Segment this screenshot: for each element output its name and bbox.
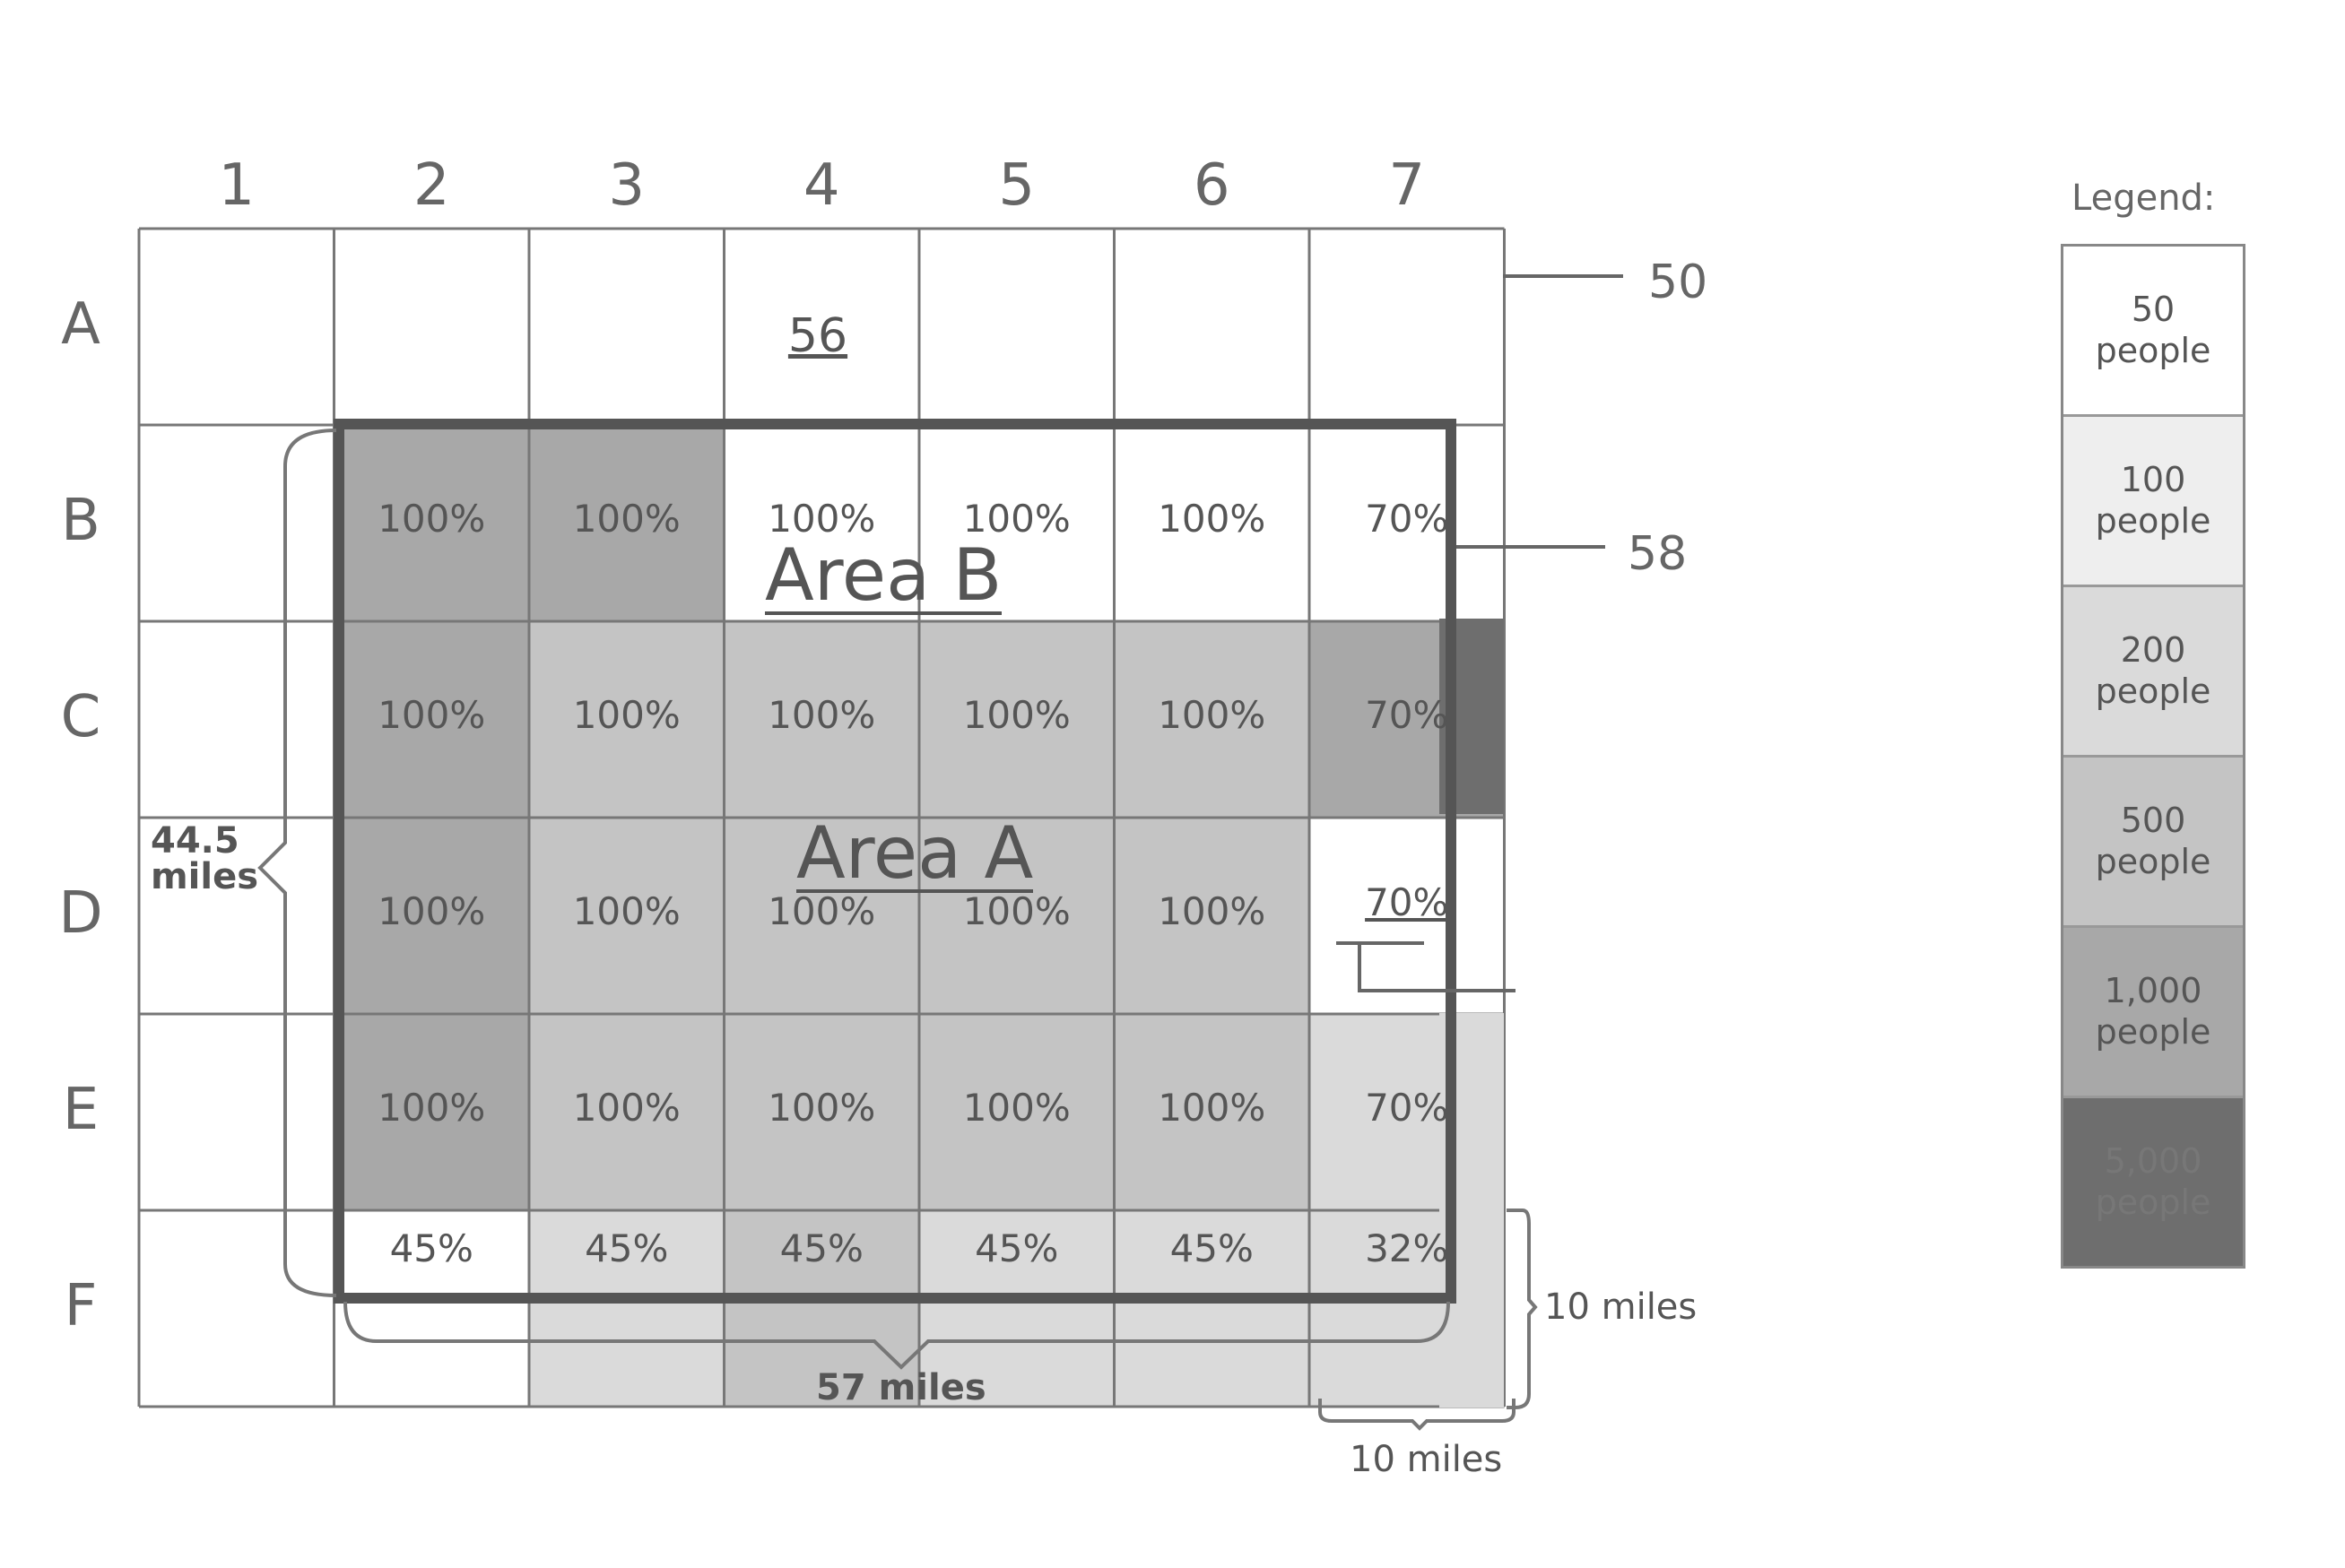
cell-value-D5: 100% [962, 888, 1071, 933]
reference-number-50: 50 [1648, 256, 1708, 309]
cell-value-E4: 100% [768, 1085, 876, 1130]
legend-item-value: 5,000 [2104, 1140, 2202, 1181]
column-label-5: 5 [998, 152, 1036, 219]
column-label-6: 6 [1193, 152, 1230, 219]
row-label-E: E [62, 1076, 100, 1143]
area-b-label: Area B [765, 533, 1003, 617]
cell-value-B2: 100% [378, 496, 486, 541]
column-label-3: 3 [608, 152, 646, 219]
cell-value-B3: 100% [572, 496, 681, 541]
cell-value-F6: 45% [1169, 1226, 1254, 1270]
vertical-dimension-unit: miles [151, 856, 259, 897]
legend-item-unit: people [2095, 500, 2211, 541]
row-label-D: D [58, 879, 103, 947]
reference-number-58: 58 [1628, 527, 1688, 581]
cell-value-E7: 70% [1365, 1085, 1449, 1130]
legend-item-2: 200 people [2063, 587, 2243, 758]
vertical-dimension-label: 44.5 miles [151, 823, 258, 895]
legend-item-unit: people [2095, 330, 2211, 370]
cell-value-F3: 45% [585, 1226, 669, 1270]
cell-value-F4: 45% [779, 1226, 864, 1270]
cell-width-label: 10 miles [1350, 1439, 1503, 1480]
legend-item-value: 500 [2120, 800, 2186, 840]
horizontal-dimension-label: 57 miles [816, 1367, 986, 1408]
cell-value-E3: 100% [572, 1085, 681, 1130]
column-label-7: 7 [1388, 152, 1426, 219]
cell-value-B6: 100% [1158, 496, 1266, 541]
legend-item-value: 100 [2120, 459, 2186, 499]
cell-value-C5: 100% [962, 692, 1071, 737]
legend-item-unit: people [2095, 1182, 2211, 1222]
cell-value-C7: 70% [1365, 692, 1449, 737]
cell-value-C4: 100% [768, 692, 876, 737]
grid-diagram [137, 227, 1623, 1431]
cell-value-C3: 100% [572, 692, 681, 737]
cell-value-F7: 32% [1365, 1226, 1449, 1270]
legend-item-1: 100 people [2063, 417, 2243, 587]
cell-value-D2: 100% [378, 888, 486, 933]
legend-item-5: 5,000 people [2063, 1098, 2243, 1266]
legend-item-0: 50 people [2063, 247, 2243, 417]
cell-height-brace [1507, 1208, 1538, 1409]
cell-value-C2: 100% [378, 692, 486, 737]
row-label-F: F [64, 1272, 98, 1339]
cell-value-D3: 100% [572, 888, 681, 933]
cell-value-D4: 100% [768, 888, 876, 933]
legend-item-unit: people [2095, 1011, 2211, 1052]
area-a-label: Area A [796, 811, 1034, 895]
column-label-2: 2 [413, 152, 450, 219]
legend-title: Legend: [2071, 178, 2216, 219]
row-label-A: A [61, 290, 100, 358]
legend-item-unit: people [2095, 841, 2211, 881]
cell-value-F5: 45% [975, 1226, 1059, 1270]
vertical-dimension-brace [257, 429, 337, 1297]
cell-value-D7: 70% [1365, 879, 1449, 924]
cell-value-E6: 100% [1158, 1085, 1266, 1130]
legend-item-value: 200 [2120, 629, 2186, 670]
legend-item-value: 50 [2131, 289, 2176, 329]
cell-height-label: 10 miles [1544, 1286, 1698, 1328]
legend-item-4: 1,000 people [2063, 928, 2243, 1098]
legend-item-value: 1,000 [2104, 970, 2202, 1010]
legend-item-unit: people [2095, 671, 2211, 711]
column-label-1: 1 [218, 152, 256, 219]
row-label-B: B [61, 487, 100, 554]
legend-item-3: 500 people [2063, 758, 2243, 928]
column-label-4: 4 [803, 152, 840, 219]
cell-value-C6: 100% [1158, 692, 1266, 737]
cell-value-F2: 45% [389, 1226, 473, 1270]
cell-value-E2: 100% [378, 1085, 486, 1130]
cell-value-E5: 100% [962, 1085, 1071, 1130]
vertical-dimension-value: 44.5 [151, 820, 239, 862]
cell-reference-56: 56 [787, 309, 848, 363]
cell-value-B7: 70% [1365, 496, 1449, 541]
row-label-C: C [60, 683, 101, 750]
legend: 50 people 100 people 200 people 500 people 1,000… [2061, 244, 2245, 1269]
cell-value-D6: 100% [1158, 888, 1266, 933]
